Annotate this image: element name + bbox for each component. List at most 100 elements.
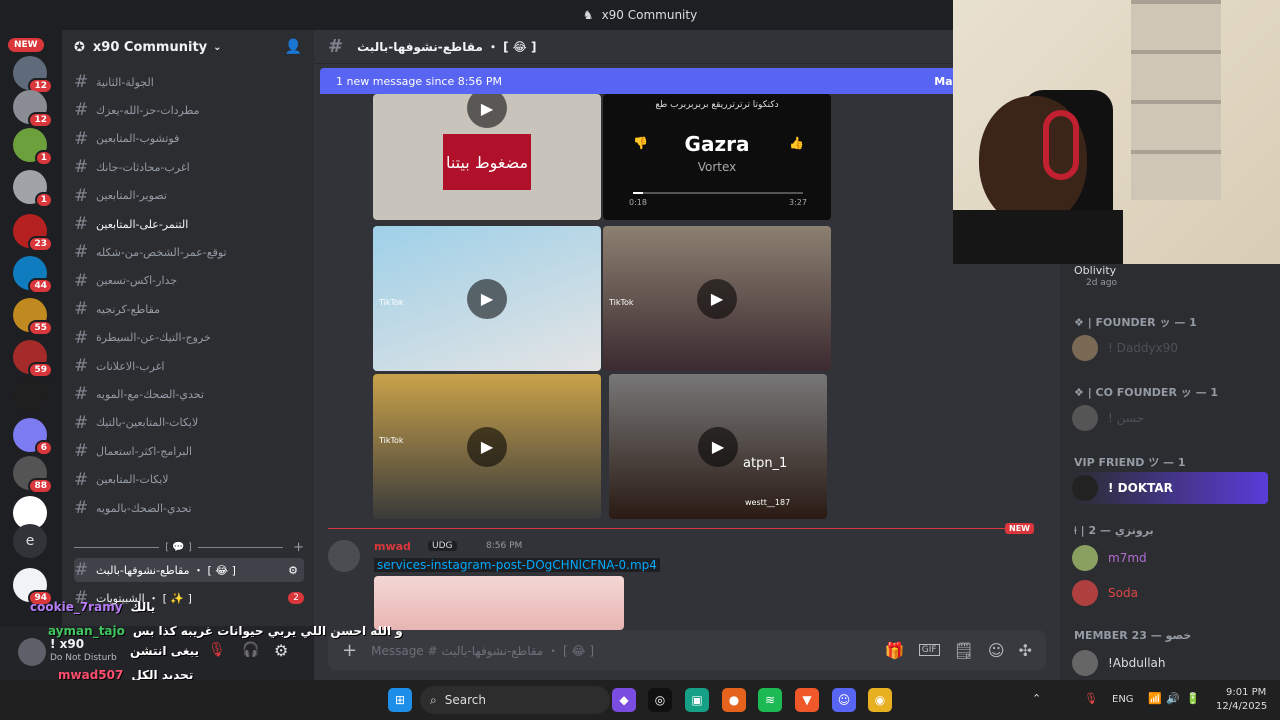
message-link[interactable]: services-instagram-post-DOgCHNlCFNA-0.mp… [374,558,660,572]
progress-track[interactable] [633,192,803,194]
username: ! x90 [50,637,85,651]
mute-mic-icon[interactable]: 🎙 [208,642,226,658]
channel-item[interactable]: # اغرب-محادثات-جانك [74,155,304,179]
server-icon[interactable]: 12 [13,90,53,128]
play-icon[interactable]: ▶ [698,426,738,467]
member-soda[interactable]: Soda [1072,577,1268,609]
volume-icon[interactable]: 🔊 [1166,692,1180,705]
play-icon[interactable]: ▶ [697,278,737,319]
wifi-icon[interactable]: 📶 [1148,692,1162,705]
video-tile-4[interactable]: TikTok ▶ [373,374,601,519]
server-icon[interactable]: 12 [13,56,53,94]
server-icon[interactable]: 59 [13,340,53,378]
video-tile-1[interactable]: مضغوط بيتنا ▶ [373,94,601,220]
channel-item[interactable]: # البرامج-اكثر-استعمال [74,439,304,463]
channel-label: الجولة-الثانية [96,75,154,89]
attachment-preview[interactable] [374,576,624,630]
store-icon[interactable]: ▣ [685,688,709,712]
channel-item[interactable]: # خروج-التيك-عن-السيطرة [74,326,304,350]
unread-badge: 2 [288,592,304,604]
play-icon[interactable]: ▶ [467,94,507,128]
server-icon[interactable]: 1 [13,128,53,166]
channel-item[interactable]: # مطردات-حز-الله-يعزك [74,98,304,122]
battery-icon[interactable]: 🔋 [1186,692,1200,705]
server-icon[interactable] [13,378,47,412]
apps-icon[interactable]: ✣ [1019,641,1032,660]
video-tile-2[interactable]: TikTok ▶ [373,226,601,371]
member-abdullah[interactable]: !Abdullah [1072,647,1268,679]
gear-icon[interactable]: ⚙ [274,641,288,660]
play-icon[interactable]: ▶ [467,278,507,319]
avatar[interactable] [18,638,46,666]
message-composer[interactable]: + Message # مقاطع-نشوفها-بالبث ・ [ 😂 ] 🎁… [328,630,1046,670]
add-member-icon[interactable]: 👤 [285,39,302,55]
channel-item[interactable]: # جدار-اكس-تسعين [74,269,304,293]
member-top-name[interactable]: Oblivity [1074,264,1116,277]
avatar[interactable] [328,540,360,572]
message-time: 8:56 PM [486,541,523,551]
app-icon[interactable]: ◎ [648,688,672,712]
channel-item[interactable]: # مقاطع-كرنجيه [74,297,304,321]
dislike-icon[interactable]: 👎 [633,136,648,150]
member-vip[interactable]: ! DOKTAR [1072,472,1268,504]
tray-chevron-icon[interactable]: ⌃ [1032,692,1041,705]
clock-time[interactable]: 9:01 PM [1226,687,1266,698]
firefox-icon[interactable]: ● [722,688,746,712]
brave-icon[interactable]: ▼ [795,688,819,712]
music-tile[interactable]: دكنكوتا ترترترريقع بربربربرب طع Gazra Vo… [603,94,831,220]
server-icon[interactable]: 44 [13,256,53,294]
member-cofounder[interactable]: ! حسن [1072,402,1268,434]
gif-icon[interactable]: GIF [918,644,940,656]
server-icon[interactable]: 6 [13,418,53,456]
server-icon[interactable]: 94 [13,568,53,606]
server-icon[interactable]: 88 [13,456,53,494]
mic-tray-icon[interactable]: 🎙 [1084,692,1098,705]
member-founder[interactable]: ! Daddyx90 [1072,332,1268,364]
guild-header[interactable]: ✪ x90 Community ⌄ 👤 [62,30,314,64]
copilot-icon[interactable]: ◆ [612,688,636,712]
channel-item[interactable]: # تحدي-الضحك-مع-المويه [74,382,304,406]
taskbar-search[interactable]: ⌕ Search [420,686,610,714]
channel-item[interactable]: # لايكات-المتابعين-بالتيك [74,411,304,435]
channel-item[interactable]: # اغرب-الاعلانات [74,354,304,378]
server-icon[interactable]: 23 [13,214,53,252]
like-icon[interactable]: 👍 [789,136,804,150]
chat-message: و الله احسن اللي يربي حيوانات غريبه كذا … [132,624,403,638]
stream-chat-line: cookie_7ramy يالك [30,600,155,614]
sticker-icon[interactable]: 🗒 [954,641,974,660]
spotify-icon[interactable]: ≋ [758,688,782,712]
channel-item-active[interactable]: # مقاطع-نشوفها-بالبث ・ [ 😂 ] ⚙ [74,558,304,582]
gift-icon[interactable]: 🎁 [885,641,905,660]
channel-item[interactable]: # تصوير-المتابعين [74,184,304,208]
member-m7md[interactable]: m7md [1072,542,1268,574]
channel-label: التنمر-على-المتابعين [96,217,189,231]
dm-letter-icon[interactable]: e [13,524,47,558]
add-channel-icon[interactable]: + [293,540,304,555]
video-tile-5[interactable]: atpn_1 westt__187 ▶ [609,374,827,519]
server-icon[interactable]: 55 [13,298,53,336]
channel-item[interactable]: # الجولة-الثانية [74,70,304,94]
headphones-icon[interactable]: 🎧 [242,642,259,658]
composer-placeholder[interactable]: Message # مقاطع-نشوفها-بالبث ・ [ 😂 ] [371,642,594,659]
language-indicator[interactable]: ENG [1112,694,1134,705]
discord-taskbar-icon[interactable]: ☺ [832,688,856,712]
channel-item[interactable]: # التنمر-على-المتابعين [74,212,304,236]
emoji-icon[interactable]: ☺ [988,641,1005,660]
windows-start-icon[interactable]: ⊞ [388,688,412,712]
category-header[interactable]: [ 💬 ] + [74,540,304,555]
channel-item[interactable]: # تحدي-الضحك-بالمويه [74,496,304,520]
channel-item[interactable]: # لايكات-المتابعين [74,468,304,492]
server-icon[interactable]: 1 [13,170,53,208]
chrome-icon[interactable]: ◉ [868,688,892,712]
play-icon[interactable]: ▶ [467,426,507,467]
settings-icon[interactable]: ⚙ [288,564,298,577]
channel-item[interactable]: # توقع-عمر-الشخص-من-شكله [74,240,304,264]
add-attachment-icon[interactable]: + [342,640,357,661]
avatar [1072,335,1098,361]
channel-label: البرامج-اكثر-استعمال [96,444,193,458]
clock-date[interactable]: 12/4/2025 [1216,701,1267,712]
message-author[interactable]: mwad [374,540,411,553]
channel-item[interactable]: # فوتشوب-المتابعين [74,127,304,151]
video-tile-3[interactable]: TikTok ▶ [603,226,831,371]
new-messages-bar[interactable]: 1 new message since 8:56 PM Mar [320,68,960,94]
